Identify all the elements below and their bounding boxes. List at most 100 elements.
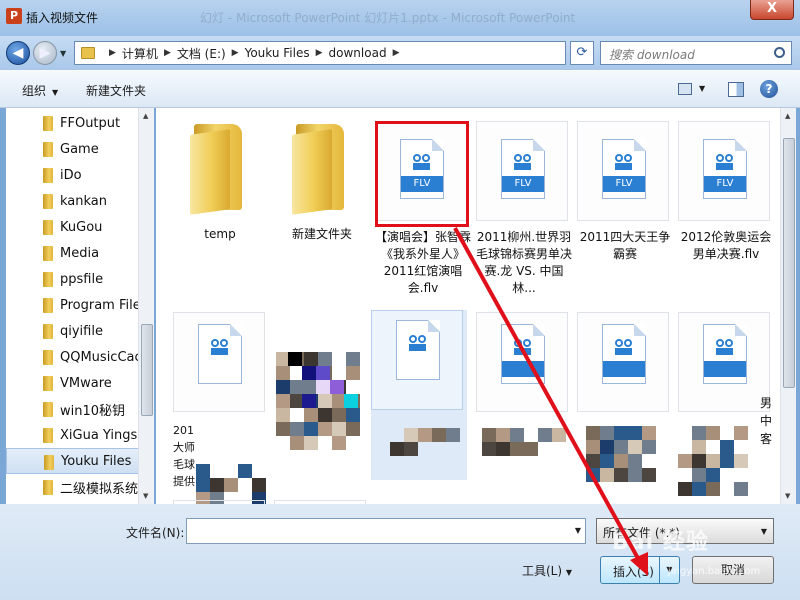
watermark-logo: Bai 经验 [612, 530, 709, 555]
close-button[interactable]: X [750, 0, 794, 20]
mosaic-pixel [346, 408, 360, 422]
mosaic-pixel [706, 468, 720, 482]
window-title: 插入视频文件 [26, 11, 99, 25]
mosaic-pixel [432, 428, 446, 442]
breadcrumb-drive[interactable]: 文档 (E:) [177, 45, 226, 62]
mosaic-pixel [304, 436, 318, 450]
breadcrumb-youku-files[interactable]: Youku Files [245, 46, 310, 60]
scroll-down-icon[interactable]: ▼ [785, 492, 790, 500]
mosaic-pixel [318, 422, 332, 436]
navigation-pane: FFOutput Game iDo kankan KuGou Media pps… [6, 108, 154, 504]
chevron-right-icon[interactable]: ▶ [232, 48, 239, 58]
sidebar-item-ffoutput[interactable]: FFOutput [6, 110, 153, 136]
mosaic-pixel [614, 440, 628, 454]
sidebar-item-ido[interactable]: iDo [6, 162, 153, 188]
caret-down-icon: ▼ [760, 527, 767, 536]
file-tile-olympics-flv[interactable]: FLV 2012伦敦奥运会男单决赛.flv [678, 121, 774, 311]
chevron-right-icon[interactable]: ▶ [164, 48, 171, 58]
mosaic-pixel [510, 428, 524, 442]
recent-pages-dropdown[interactable]: ▼ [60, 49, 66, 58]
forward-button[interactable]: ▶ [33, 41, 57, 65]
mosaic-pixel [210, 478, 224, 492]
back-button[interactable]: ◀ [6, 41, 30, 65]
scroll-up-icon[interactable]: ▲ [785, 112, 790, 120]
sidebar-item-exam-system[interactable]: 二级模拟系统 [6, 474, 153, 500]
chevron-right-icon[interactable]: ▶ [109, 48, 116, 58]
file-list-scroll-thumb[interactable] [783, 138, 795, 388]
sidebar-item-game[interactable]: Game [6, 136, 153, 162]
search-icon[interactable] [774, 47, 785, 58]
mosaic-pixel [600, 426, 614, 440]
mosaic-pixel [692, 454, 706, 468]
mosaic-pixel [404, 428, 418, 442]
folder-icon [43, 350, 53, 365]
sidebar-scroll-thumb[interactable] [141, 324, 153, 416]
mosaic-pixel [628, 468, 642, 482]
mosaic-pixel [586, 440, 600, 454]
folder-icon [190, 124, 248, 215]
mosaic-pixel [706, 454, 720, 468]
filename-input[interactable]: ▼ [186, 518, 586, 544]
refresh-button[interactable]: ⟳ [570, 41, 594, 65]
tools-label: 工具(L) [522, 564, 563, 578]
search-input[interactable]: 搜索 download [600, 41, 792, 65]
sidebar-item-vmware[interactable]: VMware [6, 370, 153, 396]
sidebar-item-win10-key[interactable]: win10秘钥 [6, 396, 153, 422]
file-tile-temp[interactable]: temp [172, 118, 268, 258]
sidebar-item-xigua-yingshi[interactable]: XiGua Yingshi [6, 422, 153, 448]
file-tile-row2-3[interactable] [371, 310, 467, 480]
preview-pane-icon[interactable] [728, 82, 744, 97]
file-tile-four-kings-flv[interactable]: FLV 2011四大天王争霸赛 [577, 121, 673, 311]
view-options-dropdown[interactable]: ▼ [699, 84, 705, 93]
sidebar-item-youku-files[interactable]: Youku Files [6, 448, 153, 474]
file-tile-badminton-flv[interactable]: FLV 2011柳州.世界羽毛球锦标赛男单决赛.龙 VS. 中国 林... [476, 121, 572, 311]
sidebar-item-kankan[interactable]: kankan [6, 188, 153, 214]
chevron-right-icon[interactable]: ▶ [393, 48, 400, 58]
folder-icon [43, 142, 53, 157]
tools-button[interactable]: 工具(L) ▼ [522, 562, 572, 579]
sidebar-item-program-files[interactable]: Program Files [6, 292, 153, 318]
mosaic-pixel [290, 422, 304, 436]
mosaic-pixel [678, 482, 692, 496]
mosaic-pixel [642, 440, 656, 454]
mosaic-pixel [706, 426, 720, 440]
address-bar[interactable]: ▶ 计算机 ▶ 文档 (E:) ▶ Youku Files ▶ download… [74, 41, 635, 65]
folder-icon [43, 376, 53, 391]
file-list-scrollbar[interactable]: ▲ ▼ [780, 108, 796, 504]
mosaic-pixel [510, 442, 524, 456]
caret-down-icon[interactable]: ▼ [575, 526, 581, 535]
breadcrumb-computer[interactable]: 计算机 [122, 45, 158, 62]
file-tile-row2-4[interactable] [476, 312, 572, 502]
file-tile-row2-1[interactable]: 2011大师毛球提供 [173, 312, 269, 502]
video-file-icon [602, 324, 646, 384]
change-view-icon[interactable] [678, 83, 692, 95]
scroll-up-icon[interactable]: ▲ [143, 112, 148, 120]
chevron-right-icon[interactable]: ▶ [316, 48, 323, 58]
mosaic-pixel [196, 478, 210, 492]
file-tile-new-folder[interactable]: 新建文件夹 [274, 118, 370, 258]
breadcrumb-download[interactable]: download [329, 46, 387, 60]
background-window-title: 幻灯 - Microsoft PowerPoint 幻灯片1.pptx - Mi… [200, 11, 576, 25]
sidebar-item-qqmusiccache[interactable]: QQMusicCach [6, 344, 153, 370]
sidebar-item-kugou[interactable]: KuGou [6, 214, 153, 240]
mosaic-pixel [224, 478, 238, 492]
sidebar-item-qiyifile[interactable]: qiyifile [6, 318, 153, 344]
mosaic-pixel [304, 422, 318, 436]
help-icon[interactable]: ? [760, 80, 778, 98]
file-name: 2011柳州.世界羽毛球锦标赛男单决赛.龙 VS. 中国 林... [475, 230, 572, 295]
mosaic-pixel [734, 482, 748, 496]
mosaic-pixel [346, 422, 360, 436]
search-placeholder: 搜索 download [609, 48, 695, 62]
mosaic-pixel [302, 394, 316, 408]
mosaic-pixel [318, 352, 332, 366]
new-folder-button[interactable]: 新建文件夹 [86, 82, 146, 99]
organize-button[interactable]: 组织 ▼ [22, 82, 58, 99]
mosaic-pixel [628, 440, 642, 454]
flv-label [502, 361, 544, 377]
sidebar-item-ppsfile[interactable]: ppsfile [6, 266, 153, 292]
scroll-down-icon[interactable]: ▼ [143, 492, 148, 500]
sidebar-item-media[interactable]: Media [6, 240, 153, 266]
sidebar-scrollbar[interactable]: ▲ ▼ [138, 108, 154, 504]
folder-icon [292, 124, 350, 215]
mosaic-pixel [482, 442, 496, 456]
